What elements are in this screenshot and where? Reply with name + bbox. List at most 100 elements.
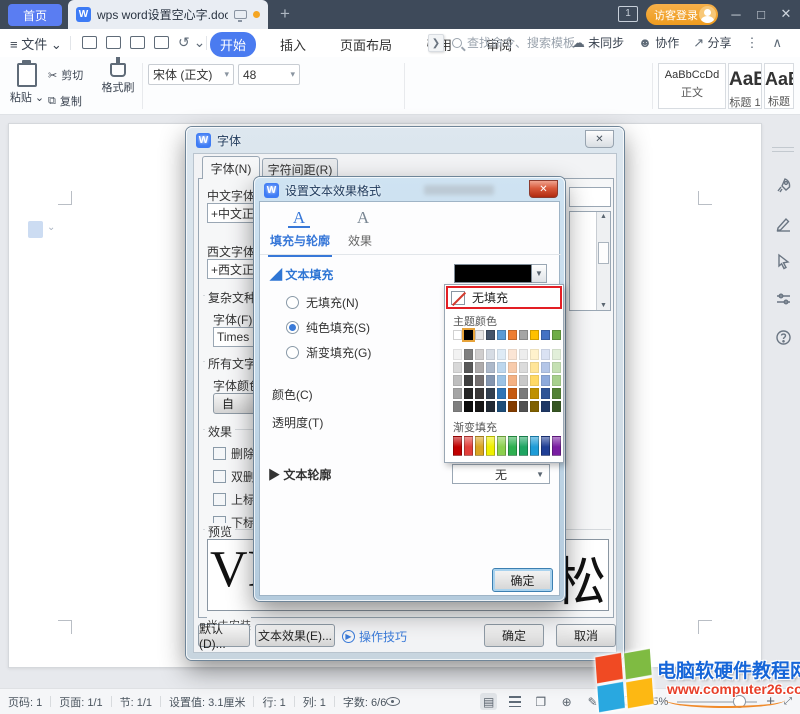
print-preview-icon[interactable] (154, 36, 169, 49)
font-size-combo[interactable]: 48▾ (238, 64, 300, 85)
tint-color-swatch[interactable] (541, 349, 550, 360)
ribbon-tab-2[interactable]: 页面布局 (330, 32, 402, 57)
annotate-pen-icon[interactable] (775, 215, 792, 232)
tint-color-swatch[interactable] (541, 401, 550, 412)
size-input[interactable] (569, 187, 611, 207)
theme-color-swatch[interactable] (552, 330, 561, 340)
minimize-button[interactable]: ─ (724, 0, 748, 28)
tint-color-swatch[interactable] (552, 388, 561, 399)
file-menu[interactable]: ≡ 文件 ⌄ (10, 34, 62, 53)
text-fill-section[interactable]: ◢ 文本填充 (270, 266, 333, 283)
fill-color-swatch[interactable] (454, 264, 532, 283)
format-painter-button[interactable]: 格式刷 (96, 57, 140, 95)
home-tab[interactable]: 首页 (8, 4, 62, 26)
tint-color-swatch[interactable] (475, 362, 484, 373)
page-view-icon[interactable]: ▤ (480, 693, 497, 710)
radio-1[interactable]: 纯色填充(S) (286, 319, 370, 336)
collapse-ribbon-icon[interactable]: ∧ (772, 35, 782, 51)
default-button[interactable]: 默认(D)... (198, 624, 250, 647)
read-mode-icon[interactable]: ❐ (532, 693, 549, 710)
tips-link[interactable]: ▶ 操作技巧 (342, 628, 407, 645)
tint-color-swatch[interactable] (530, 375, 539, 386)
undo-icon[interactable]: ↺ ⌄ (178, 34, 205, 51)
maximize-button[interactable]: □ (749, 0, 773, 28)
tint-color-swatch[interactable] (530, 349, 539, 360)
font-dialog-close-button[interactable]: ✕ (585, 130, 614, 148)
gradient-color-swatch[interactable] (541, 436, 550, 456)
font-name-combo[interactable]: 宋体 (正文)▾ (148, 64, 234, 85)
command-search[interactable]: 查找命令、搜索模板 (452, 34, 575, 51)
window-count-badge[interactable]: 1 (618, 6, 638, 22)
size-list-scrollbar[interactable]: ▲ ▼ (596, 212, 610, 310)
tint-color-swatch[interactable] (475, 349, 484, 360)
tint-color-swatch[interactable] (508, 401, 517, 412)
theme-color-swatch[interactable] (519, 330, 528, 340)
statusbar-item-5[interactable]: 列: 1 (303, 694, 326, 710)
sync-status[interactable]: ☁ 未同步 (572, 34, 624, 51)
tint-color-swatch[interactable] (453, 388, 462, 399)
tint-color-swatch[interactable] (486, 362, 495, 373)
more-menu-icon[interactable]: ⋮ (745, 35, 758, 51)
tint-color-swatch[interactable] (453, 401, 462, 412)
spellcheck-eye-icon[interactable] (386, 697, 400, 706)
tint-color-swatch[interactable] (519, 388, 528, 399)
tint-color-swatch[interactable] (541, 388, 550, 399)
tab-font[interactable]: 字体(N) (202, 156, 260, 179)
theme-color-swatch[interactable] (508, 330, 517, 340)
tint-color-swatch[interactable] (497, 362, 506, 373)
tint-color-swatch[interactable] (519, 349, 528, 360)
share-button[interactable]: ↗ 分享 (693, 34, 731, 51)
select-cursor-icon[interactable] (775, 253, 792, 270)
page-options-icon[interactable] (28, 221, 43, 238)
font-cancel-button[interactable]: 取消 (556, 624, 616, 647)
tint-color-swatch[interactable] (486, 388, 495, 399)
gradient-color-swatch[interactable] (519, 436, 528, 456)
scrollbar-thumb[interactable] (598, 242, 609, 264)
print-icon[interactable] (130, 36, 145, 49)
tint-color-swatch[interactable] (464, 349, 473, 360)
tint-color-swatch[interactable] (464, 362, 473, 373)
statusbar-item-1[interactable]: 页面: 1/1 (59, 694, 102, 710)
new-tab-button[interactable]: + (280, 4, 290, 24)
tint-color-swatch[interactable] (530, 401, 539, 412)
gradient-color-swatch[interactable] (453, 436, 462, 456)
help-icon[interactable] (775, 329, 792, 346)
export-icon[interactable] (106, 36, 121, 49)
tint-color-swatch[interactable] (508, 349, 517, 360)
theme-color-swatch[interactable] (453, 330, 462, 340)
tab-char-spacing[interactable]: 字符间距(R) (262, 158, 338, 179)
tint-color-swatch[interactable] (541, 375, 550, 386)
tint-color-swatch[interactable] (486, 375, 495, 386)
radio-2[interactable]: 渐变填充(G) (286, 344, 371, 361)
tint-color-swatch[interactable] (486, 401, 495, 412)
tabs-overflow-chevron[interactable]: ❯ (428, 34, 444, 52)
effects-dialog-titlebar[interactable]: W 设置文本效果格式 (264, 182, 381, 199)
tint-color-swatch[interactable] (497, 349, 506, 360)
gradient-color-swatch[interactable] (486, 436, 495, 456)
text-outline-section[interactable]: ▶ 文本轮廓 (268, 466, 331, 483)
gradient-color-swatch[interactable] (464, 436, 473, 456)
gradient-color-swatch[interactable] (552, 436, 561, 456)
statusbar-item-0[interactable]: 页码: 1 (8, 694, 42, 710)
tint-color-swatch[interactable] (519, 362, 528, 373)
panel-handle[interactable] (772, 147, 794, 152)
paste-button[interactable]: 粘贴 ⌄ (6, 63, 48, 105)
quick-tools-rocket-icon[interactable] (775, 177, 792, 194)
tint-color-swatch[interactable] (475, 375, 484, 386)
effects-ok-button[interactable]: 确定 (492, 568, 553, 592)
theme-color-swatch[interactable] (486, 330, 495, 340)
gradient-color-swatch[interactable] (508, 436, 517, 456)
tint-color-swatch[interactable] (508, 375, 517, 386)
style-正文[interactable]: AaBbCcDd正文 (658, 63, 726, 109)
collaborate-button[interactable]: ☻ 协作 (638, 34, 679, 51)
tint-color-swatch[interactable] (508, 388, 517, 399)
effects-dialog-close-button[interactable]: ✕ (529, 180, 558, 198)
tint-color-swatch[interactable] (497, 401, 506, 412)
tint-color-swatch[interactable] (475, 388, 484, 399)
text-effects-button[interactable]: 文本效果(E)... (255, 624, 335, 647)
save-icon[interactable] (82, 36, 97, 49)
ribbon-tab-0[interactable]: 开始 (210, 32, 256, 57)
statusbar-item-4[interactable]: 行: 1 (262, 694, 285, 710)
fill-color-dropdown-arrow[interactable]: ▼ (532, 264, 547, 283)
settings-sliders-icon[interactable] (775, 291, 792, 308)
